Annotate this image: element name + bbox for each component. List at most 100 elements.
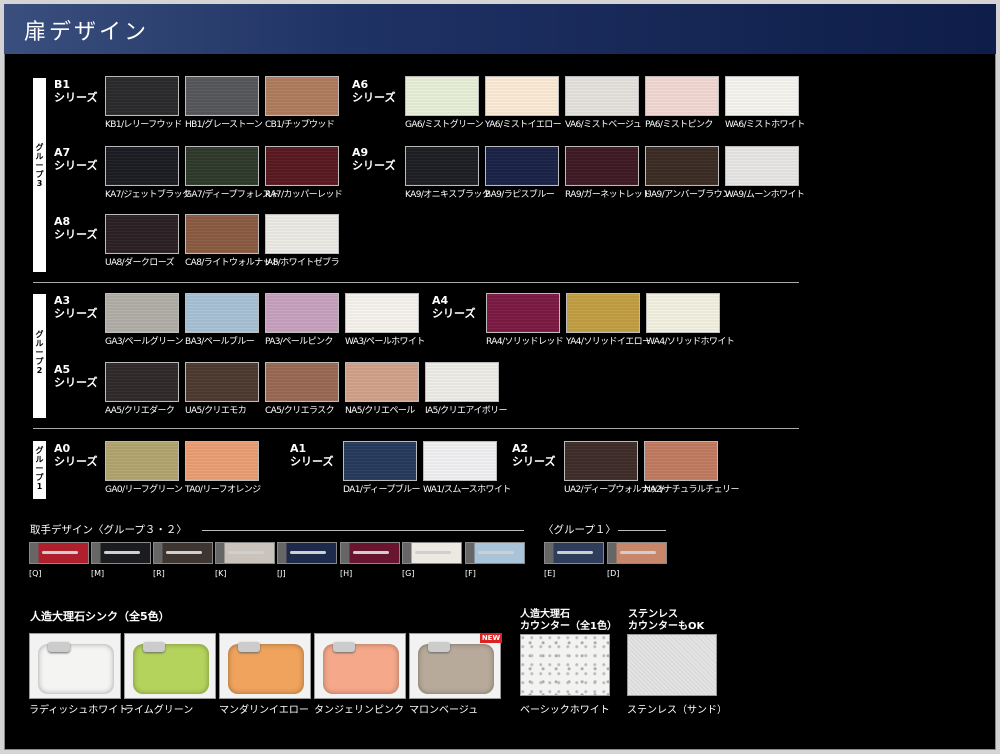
group-label-2: グループ2 [35,330,44,375]
color-swatch [405,76,479,116]
handle-code-label: [H] [340,569,353,578]
sink-swatch [219,633,311,699]
counter-swatch-stainless [627,634,717,696]
swatch-code-label: GA0/リーフグリーン [105,485,183,495]
counter-swatch-marble [520,634,610,696]
handle-code-label: [J] [277,569,286,578]
series-a2: A2 シリーズ [512,442,556,468]
swatch-code-label: CB1/チップウッド [265,120,335,130]
divider [618,530,666,531]
color-swatch [485,76,559,116]
color-swatch [405,146,479,186]
swatch-code-label: AA5/クリエダーク [105,406,175,416]
swatch-code-label: RA7/カッパーレッド [265,190,343,200]
counter-title-stainless: ステンレス カウンターもOK [628,609,705,632]
group-label-1: グループ1 [35,446,44,491]
handle-bar-icon [228,551,264,554]
color-swatch [185,214,259,254]
faucet-icon [333,642,355,652]
color-swatch [345,362,419,402]
color-swatch [265,293,339,333]
swatch-code-label: WA3/ペールホワイト [345,337,425,347]
color-swatch [105,293,179,333]
handle-swatch [465,542,525,564]
color-swatch [486,293,560,333]
handle-code-label: [M] [91,569,105,578]
handle-bar-icon [166,551,202,554]
series-a7: A7 シリーズ [54,146,98,172]
handle-code-label: [E] [544,569,556,578]
color-swatch [564,441,638,481]
swatch-code-label: DA1/ディープブルー [343,485,421,495]
color-swatch [646,293,720,333]
handle-bar-icon [478,551,514,554]
color-swatch [105,441,179,481]
handle-swatch [277,542,337,564]
handle-code-label: [G] [402,569,415,578]
swatch-code-label: NA5/クリエペール [345,406,415,416]
color-swatch [105,146,179,186]
handle-code-label: [D] [607,569,620,578]
swatch-code-label: GA3/ペールグリーン [105,337,183,347]
handle-swatch [402,542,462,564]
handle-swatch [29,542,89,564]
series-a6: A6 シリーズ [352,78,396,104]
swatch-code-label: PA3/ペールピンク [265,337,333,347]
color-swatch [105,362,179,402]
swatch-code-label: IA5/クリエアイボリー [425,406,508,416]
handle-bar-icon [104,551,140,554]
faucet-icon [48,642,70,652]
series-a1: A1 シリーズ [290,442,334,468]
color-swatch [105,214,179,254]
group-separator [33,282,799,283]
color-swatch [185,76,259,116]
handle-bar-icon [620,551,656,554]
divider [202,530,524,531]
color-swatch [485,146,559,186]
faucet-icon [238,642,260,652]
sink-swatch [314,633,406,699]
sink-swatch [29,633,121,699]
color-swatch [423,441,497,481]
handle-bar-icon [353,551,389,554]
color-swatch [265,214,339,254]
handle-swatch [153,542,213,564]
swatch-code-label: KA7/ジェットブラック [105,190,191,200]
swatch-code-label: UA5/クリエモカ [185,406,247,416]
swatch-code-label: BA9/ラピスブルー [485,190,555,200]
color-swatch [565,76,639,116]
handle-bar-icon [290,551,326,554]
counter-label-stainless: ステンレス（サンド） [627,705,727,716]
faucet-icon [428,642,450,652]
series-b1: B1 シリーズ [54,78,98,104]
swatch-code-label: GA6/ミストグリーン [405,120,483,130]
swatch-code-label: WA4/ソリッドホワイト [646,337,735,347]
handle-swatch [340,542,400,564]
series-a9: A9 シリーズ [352,146,396,172]
handle-title-group32: 取手デザイン〈グループ３・２〉 [30,524,187,536]
swatch-code-label: WA1/スムースホワイト [423,485,511,495]
sink-title: 人造大理石シンク（全5色） [30,610,170,623]
color-swatch [185,293,259,333]
color-swatch [645,146,719,186]
swatch-code-label: IA8/ホワイトゼブラ [265,258,340,268]
color-swatch [425,362,499,402]
handle-swatch [215,542,275,564]
swatch-code-label: VA6/ミストベージュ [565,120,642,130]
swatch-code-label: TA0/リーフオレンジ [185,485,261,495]
series-a4: A4 シリーズ [432,294,476,320]
group-label-3: グループ3 [35,143,44,188]
swatch-code-label: KB1/レリーフウッド [105,120,182,130]
color-swatch [725,76,799,116]
new-badge: NEW [480,633,502,643]
color-swatch [566,293,640,333]
handle-bar-icon [42,551,78,554]
sink-label: マロンベージュ [409,705,479,716]
color-swatch [185,441,259,481]
handle-bar-icon [415,551,451,554]
color-swatch [105,76,179,116]
handle-swatch [607,542,667,564]
series-a8: A8 シリーズ [54,215,98,241]
swatch-code-label: WA6/ミストホワイト [725,120,805,130]
color-swatch [343,441,417,481]
